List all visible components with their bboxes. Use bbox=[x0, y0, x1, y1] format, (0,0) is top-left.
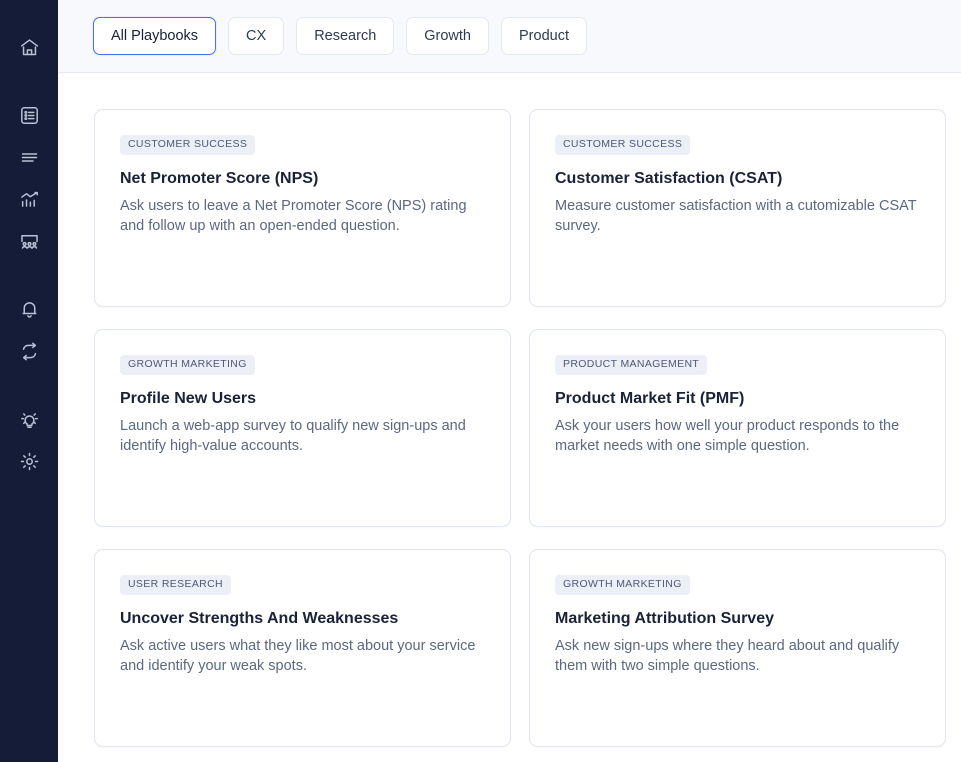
sidebar-item-menu[interactable] bbox=[0, 136, 58, 178]
sync-arrows-icon bbox=[19, 341, 40, 362]
category-badge: GROWTH MARKETING bbox=[555, 575, 690, 595]
playbook-card[interactable]: PRODUCT MANAGEMENT Product Market Fit (P… bbox=[529, 329, 946, 527]
card-description: Ask users to leave a Net Promoter Score … bbox=[120, 197, 467, 235]
sidebar-item-ideas[interactable] bbox=[0, 398, 58, 440]
tab-cx[interactable]: CX bbox=[228, 17, 285, 55]
tab-research[interactable]: Research bbox=[296, 17, 395, 55]
tab-label: CX bbox=[246, 28, 267, 44]
playbook-filter-tabs: All Playbooks CX Research Growth Product bbox=[58, 0, 961, 73]
playbook-card[interactable]: CUSTOMER SUCCESS Customer Satisfaction (… bbox=[529, 109, 946, 307]
gear-icon bbox=[19, 451, 40, 472]
audience-people-icon bbox=[19, 231, 40, 252]
sidebar-item-integrations[interactable] bbox=[0, 330, 58, 372]
category-badge: PRODUCT MANAGEMENT bbox=[555, 355, 708, 375]
main-area: All Playbooks CX Research Growth Product… bbox=[58, 0, 961, 762]
sidebar-item-analytics[interactable] bbox=[0, 178, 58, 220]
category-badge: USER RESEARCH bbox=[120, 575, 231, 595]
sidebar-group-primary bbox=[0, 26, 58, 482]
sidebar-item-notifications[interactable] bbox=[0, 288, 58, 330]
playbook-card-grid: CUSTOMER SUCCESS Net Promoter Score (NPS… bbox=[58, 109, 961, 747]
card-title: Product Market Fit (PMF) bbox=[555, 389, 745, 407]
list-checklist-icon bbox=[19, 105, 40, 126]
tab-label: Product bbox=[519, 28, 569, 44]
home-icon bbox=[19, 37, 40, 58]
app-root: All Playbooks CX Research Growth Product… bbox=[0, 0, 961, 762]
playbook-card[interactable]: USER RESEARCH Uncover Strengths And Weak… bbox=[94, 549, 511, 747]
card-description: Measure customer satisfaction with a cut… bbox=[555, 197, 917, 235]
sidebar-item-surveys[interactable] bbox=[0, 94, 58, 136]
playbook-card[interactable]: GROWTH MARKETING Marketing Attribution S… bbox=[529, 549, 946, 747]
sidebar-item-settings[interactable] bbox=[0, 440, 58, 482]
card-description: Ask your users how well your product res… bbox=[555, 417, 900, 455]
card-description: Ask active users what they like most abo… bbox=[120, 637, 476, 675]
sidebar bbox=[0, 0, 58, 762]
card-title: Uncover Strengths And Weaknesses bbox=[120, 609, 399, 627]
playbook-card[interactable]: CUSTOMER SUCCESS Net Promoter Score (NPS… bbox=[94, 109, 511, 307]
tab-all-playbooks[interactable]: All Playbooks bbox=[93, 17, 217, 55]
tab-product[interactable]: Product bbox=[501, 17, 587, 55]
sidebar-item-home[interactable] bbox=[0, 26, 58, 68]
card-title: Marketing Attribution Survey bbox=[555, 609, 774, 627]
chart-trend-icon bbox=[19, 189, 40, 210]
tab-label: All Playbooks bbox=[111, 28, 199, 44]
bell-icon bbox=[19, 299, 40, 320]
playbook-card[interactable]: GROWTH MARKETING Profile New Users Launc… bbox=[94, 329, 511, 527]
menu-lines-icon bbox=[19, 147, 40, 168]
tab-label: Growth bbox=[424, 28, 472, 44]
card-title: Profile New Users bbox=[120, 389, 257, 407]
playbooks-content: CUSTOMER SUCCESS Net Promoter Score (NPS… bbox=[58, 73, 961, 762]
category-badge: CUSTOMER SUCCESS bbox=[120, 135, 256, 155]
sidebar-item-audience[interactable] bbox=[0, 220, 58, 262]
card-title: Net Promoter Score (NPS) bbox=[120, 169, 319, 187]
card-description: Ask new sign-ups where they heard about … bbox=[555, 637, 900, 675]
lightbulb-icon bbox=[19, 409, 40, 430]
category-badge: CUSTOMER SUCCESS bbox=[555, 135, 691, 155]
tab-growth[interactable]: Growth bbox=[406, 17, 490, 55]
card-title: Customer Satisfaction (CSAT) bbox=[555, 169, 783, 187]
card-description: Launch a web-app survey to qualify new s… bbox=[120, 417, 466, 455]
tab-label: Research bbox=[314, 28, 377, 44]
category-badge: GROWTH MARKETING bbox=[120, 355, 255, 375]
